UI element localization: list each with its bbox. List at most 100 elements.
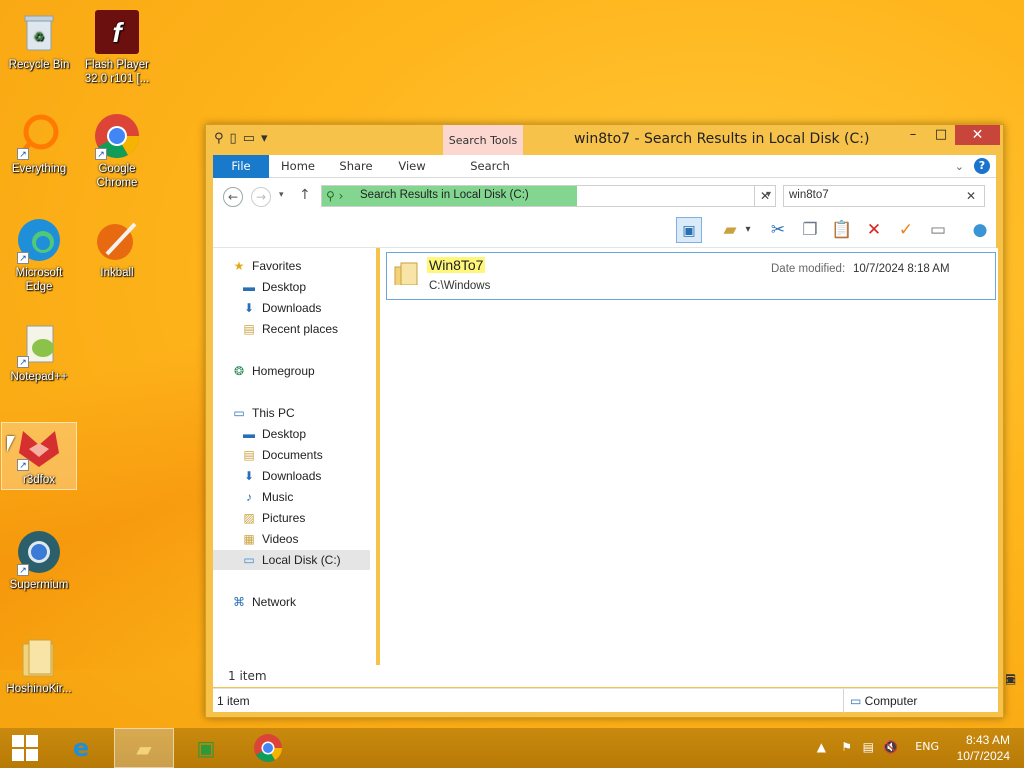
documents-icon: ▤ <box>243 448 255 462</box>
recent-locations-icon[interactable]: ▾ <box>279 190 284 200</box>
help-icon[interactable]: ? <box>974 158 990 174</box>
nav-fav-recent[interactable]: ▤ Recent places <box>241 319 338 339</box>
inkball-icon <box>93 216 141 264</box>
volume-muted-icon[interactable]: 🔇 <box>883 740 898 754</box>
desktop-icon: ▬ <box>243 427 255 441</box>
properties-icon[interactable]: ▭ <box>925 217 951 243</box>
notepadpp-icon: ↗ <box>15 320 63 368</box>
navigation-pane: ★ Favorites ▬ Desktop ⬇ Downloads ▤ Recent p… <box>213 248 376 686</box>
search-icon[interactable]: ⚲ <box>214 131 224 146</box>
computer-icon: ▭ <box>233 406 245 420</box>
title-bar[interactable]: ⚲ ▯ ▭ ▾ Search Tools win8to7 - Search Re… <box>206 125 1003 155</box>
tab-view[interactable]: View <box>389 155 435 178</box>
nav-label: Documents <box>262 448 323 462</box>
downloads-icon: ⬇ <box>243 469 255 483</box>
nav-label: Downloads <box>262 301 322 315</box>
nav-homegroup[interactable]: ❂ Homegroup <box>231 361 315 381</box>
desktop-icon-flash-player[interactable]: f Flash Player 32.0 r101 [... <box>79 8 155 86</box>
nav-favorites[interactable]: ★ Favorites <box>231 256 302 276</box>
nav-pc-pictures[interactable]: ▨ Pictures <box>241 508 305 528</box>
close-button[interactable]: ✕ <box>955 125 1000 145</box>
clear-search-icon[interactable]: ✕ <box>966 189 976 203</box>
tab-file[interactable]: File <box>213 155 269 178</box>
maximize-button[interactable]: □ <box>927 125 955 145</box>
address-bar[interactable]: ⚲ › Search Results in Local Disk (C:) ▾ <box>321 185 776 207</box>
desktop-icon-edge[interactable]: ↗ Microsoft Edge <box>1 216 77 294</box>
stop-search-button[interactable]: ✕ <box>754 185 776 207</box>
flash-player-icon: f <box>93 8 141 56</box>
properties-icon[interactable]: ▯ <box>230 131 237 146</box>
windows-logo-icon <box>12 735 38 761</box>
network-drive-icon[interactable]: ● <box>967 217 993 243</box>
nav-pc-downloads[interactable]: ⬇ Downloads <box>241 466 321 486</box>
desktop-icon-chrome[interactable]: ↗ Google Chrome <box>79 112 155 190</box>
results-pane: Win8To7 C:\Windows Date modified: 10/7/2… <box>380 248 998 686</box>
tab-share[interactable]: Share <box>331 155 381 178</box>
delete-icon[interactable]: ✕ <box>861 217 887 243</box>
nav-pc-music[interactable]: ♪ Music <box>241 487 293 507</box>
desktop-icon-notepadpp[interactable]: ↗ Notepad++ <box>1 320 77 384</box>
language-indicator[interactable]: ENG <box>915 740 939 753</box>
shortcut-arrow-icon: ↗ <box>17 459 29 471</box>
videos-icon: ▦ <box>243 532 255 546</box>
result-date: 10/7/2024 8:18 AM <box>853 263 950 275</box>
search-input[interactable]: win8to7 ✕ <box>783 185 985 207</box>
tab-home[interactable]: Home <box>273 155 323 178</box>
nav-label: Downloads <box>262 469 322 483</box>
rename-icon[interactable]: ✓ <box>893 217 919 243</box>
preview-pane-icon[interactable]: ▣ <box>676 217 702 243</box>
nav-pc-desktop[interactable]: ▬ Desktop <box>241 424 306 444</box>
minimize-button[interactable]: – <box>899 125 927 145</box>
show-hidden-icons-icon[interactable]: ▲ <box>817 740 826 754</box>
action-center-flag-icon[interactable]: ⚑ <box>841 740 852 754</box>
ribbon-tabs: File Home Share View Search ⌄ ? <box>213 155 996 178</box>
nav-fav-desktop[interactable]: ▬ Desktop <box>241 277 306 297</box>
start-button[interactable] <box>0 728 50 768</box>
paste-icon[interactable]: 📋 <box>829 217 855 243</box>
nav-fav-downloads[interactable]: ⬇ Downloads <box>241 298 321 318</box>
item-count: 1 item <box>217 694 250 708</box>
taskbar-store[interactable]: ▣ <box>176 728 236 768</box>
desktop-icon-r3dfox[interactable]: ↗ r3dfox <box>1 422 77 490</box>
expand-ribbon-icon[interactable]: ⌄ <box>955 160 964 173</box>
network-status-icon[interactable]: ▤ <box>863 740 874 754</box>
tab-search[interactable]: Search <box>450 155 530 178</box>
new-folder-icon[interactable]: ▭ <box>243 131 255 146</box>
nav-network[interactable]: ⌘ Network <box>231 592 296 612</box>
taskbar-explorer[interactable]: ▰ <box>114 728 174 768</box>
nav-pc-videos[interactable]: ▦ Videos <box>241 529 298 549</box>
desktop-icon-recycle-bin[interactable]: ♻ Recycle Bin <box>1 8 77 72</box>
search-result-item[interactable]: Win8To7 C:\Windows Date modified: 10/7/2… <box>386 252 996 300</box>
large-icons-view-icon[interactable]: ▣ <box>1005 672 1016 686</box>
status-location-label: Computer <box>864 694 918 708</box>
shortcut-arrow-icon: ↗ <box>17 564 29 576</box>
clock[interactable]: 8:43 AM 10/7/2024 <box>957 732 1010 764</box>
desktop-icon: ▬ <box>243 280 255 294</box>
desktop-icon-inkball[interactable]: Inkball <box>79 216 155 280</box>
qa-dropdown-icon[interactable]: ▾ <box>261 131 268 146</box>
cut-icon[interactable]: ✂ <box>765 217 791 243</box>
copy-icon[interactable]: ❐ <box>797 217 823 243</box>
star-icon: ★ <box>233 259 245 273</box>
new-folder-dropdown-icon[interactable]: ▾ <box>741 217 755 243</box>
back-button[interactable]: ← <box>223 187 243 207</box>
nav-pc-localdisk[interactable]: ▭ Local Disk (C:) <box>213 550 370 570</box>
new-folder-icon[interactable]: ▰ <box>717 217 743 243</box>
desktop-icon-supermium[interactable]: ↗ Supermium <box>1 528 77 592</box>
command-toolbar: ▣ ▰ ▾ ✂ ❐ 📋 ✕ ✓ ▭ ● <box>213 212 996 248</box>
desktop-icon-label: Supermium <box>9 579 69 591</box>
nav-thispc[interactable]: ▭ This PC <box>231 403 295 423</box>
taskbar-ie[interactable]: e <box>51 728 111 768</box>
taskbar-chrome[interactable] <box>238 728 298 768</box>
forward-button[interactable]: → <box>251 187 271 207</box>
nav-pc-documents[interactable]: ▤ Documents <box>241 445 323 465</box>
drive-icon: ▭ <box>243 553 255 567</box>
desktop-icon-folder[interactable]: HoshinoKir... <box>1 632 77 696</box>
search-tools-context-label: Search Tools <box>443 125 523 155</box>
mouse-cursor <box>7 436 15 452</box>
nav-label: This PC <box>252 406 295 420</box>
desktop-icon-everything[interactable]: ↗ Everything <box>1 112 77 176</box>
result-path: C:\Windows <box>429 280 491 292</box>
up-button[interactable]: ↑ <box>299 187 311 203</box>
edge-icon: ↗ <box>15 216 63 264</box>
